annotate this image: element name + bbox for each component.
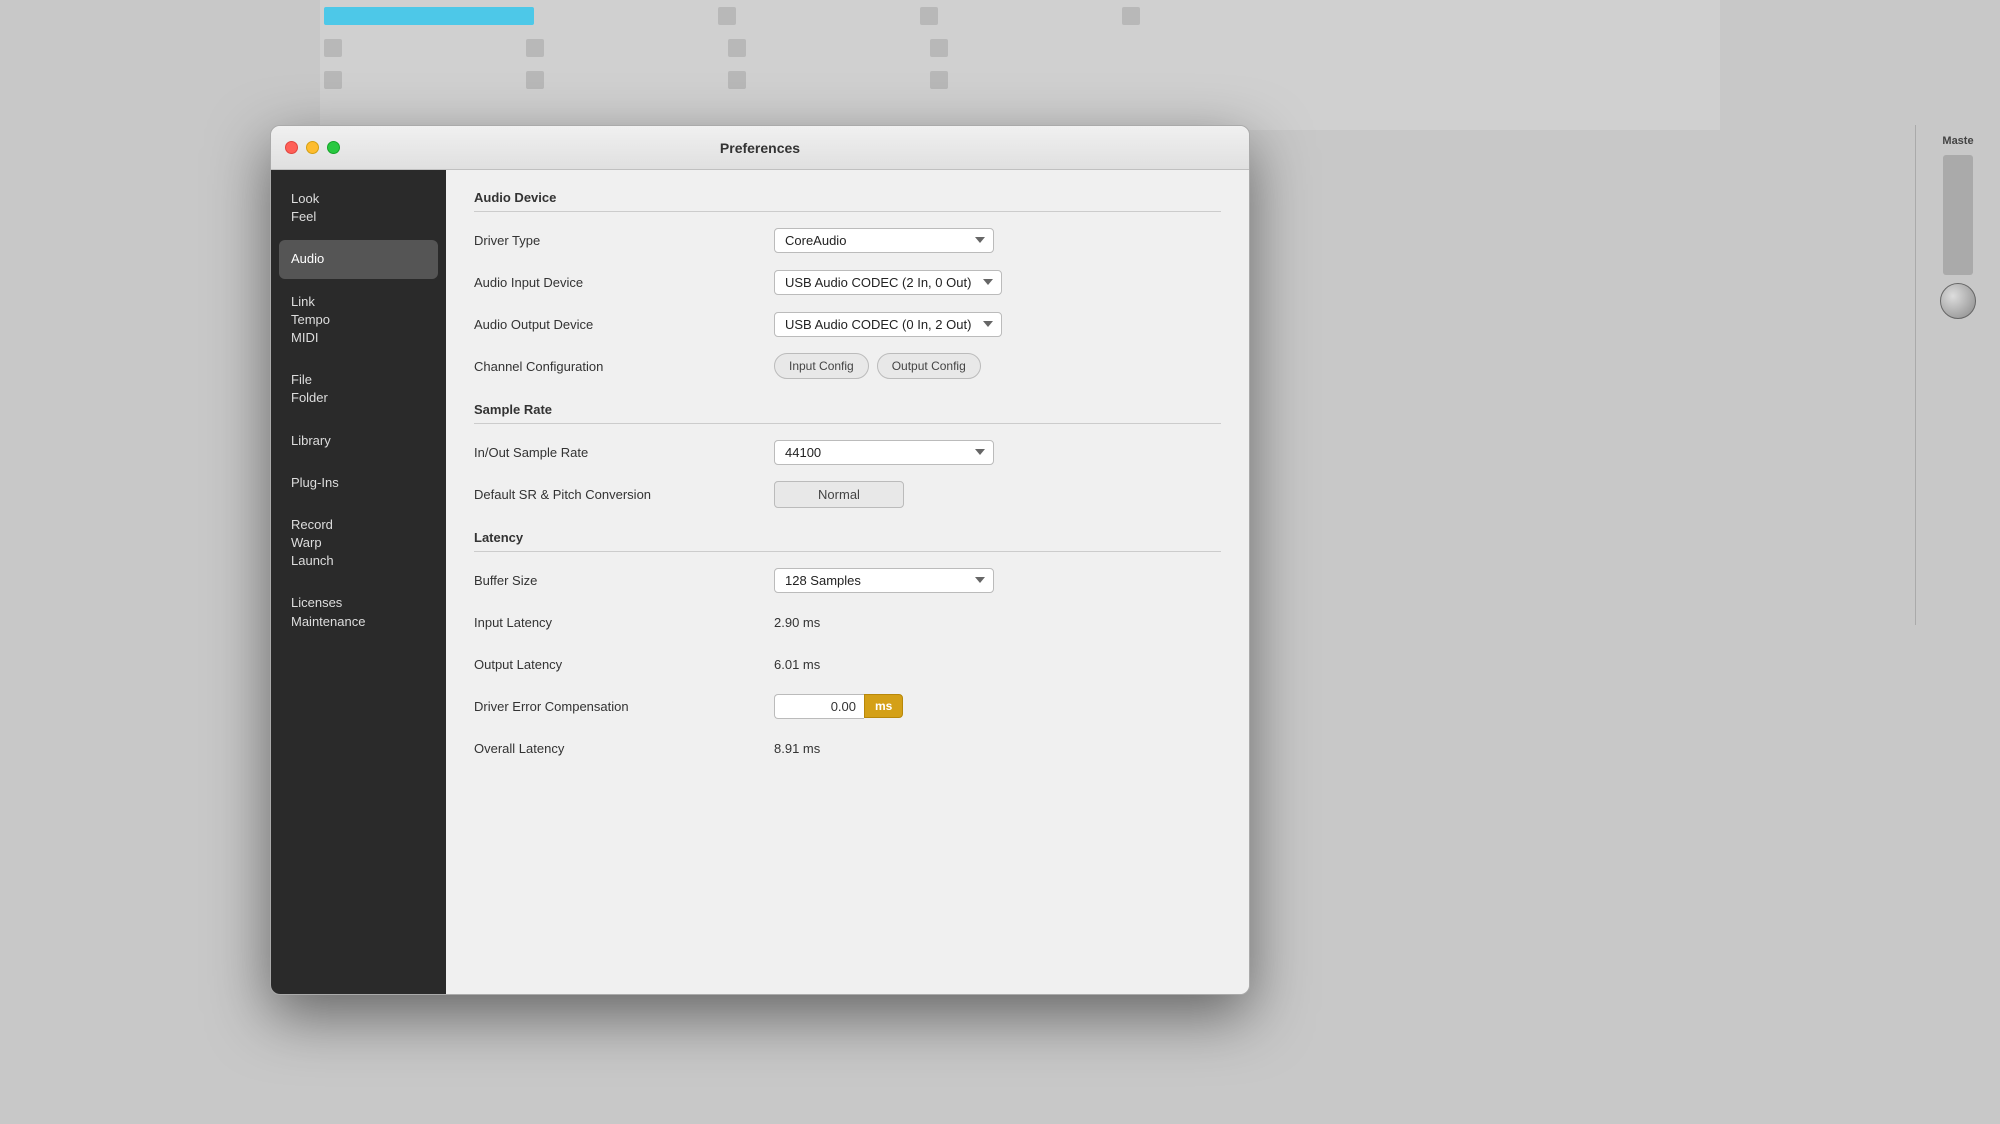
master-label: Maste — [1942, 135, 1973, 147]
audio-output-device-label: Audio Output Device — [474, 317, 774, 332]
audio-input-device-row: Audio Input Device USB Audio CODEC (2 In… — [474, 266, 1221, 298]
sample-rate-section: Sample Rate In/Out Sample Rate 44100 480… — [474, 402, 1221, 510]
output-latency-label: Output Latency — [474, 657, 774, 672]
driver-error-compensation-label: Driver Error Compensation — [474, 699, 774, 714]
buffer-size-control: 64 Samples 128 Samples 256 Samples 512 S… — [774, 568, 1221, 593]
audio-device-section: Audio Device Driver Type CoreAudio ASIO … — [474, 190, 1221, 382]
output-latency-value: 6.01 ms — [774, 657, 1221, 672]
sidebar-item-licenses-maintenance[interactable]: LicensesMaintenance — [279, 584, 438, 640]
audio-output-device-dropdown[interactable]: USB Audio CODEC (0 In, 2 Out) Built-in O… — [774, 312, 1002, 337]
daw-cell — [324, 71, 342, 89]
channel-configuration-control: Input Config Output Config — [774, 353, 1221, 379]
buffer-size-row: Buffer Size 64 Samples 128 Samples 256 S… — [474, 564, 1221, 596]
daw-cell — [728, 71, 746, 89]
output-latency-display: 6.01 ms — [774, 657, 820, 672]
ms-button[interactable]: ms — [864, 694, 903, 718]
driver-error-compensation-row: Driver Error Compensation ms — [474, 690, 1221, 722]
master-panel: Maste — [1915, 125, 2000, 625]
input-config-button[interactable]: Input Config — [774, 353, 869, 379]
channel-configuration-label: Channel Configuration — [474, 359, 774, 374]
input-latency-display: 2.90 ms — [774, 615, 820, 630]
daw-cell — [930, 39, 948, 57]
sidebar-item-record-warp-launch[interactable]: RecordWarpLaunch — [279, 506, 438, 581]
sidebar-item-audio[interactable]: Audio — [279, 240, 438, 278]
audio-device-title: Audio Device — [474, 190, 1221, 212]
daw-tracks — [320, 0, 1720, 130]
sidebar-item-library[interactable]: Library — [279, 422, 438, 460]
sidebar-item-plug-ins[interactable]: Plug-Ins — [279, 464, 438, 502]
sidebar-item-look-feel[interactable]: LookFeel — [279, 180, 438, 236]
audio-input-device-dropdown[interactable]: USB Audio CODEC (2 In, 0 Out) Built-in M… — [774, 270, 1002, 295]
sidebar: LookFeel Audio LinkTempoMIDI FileFolder … — [271, 170, 446, 994]
overall-latency-display: 8.91 ms — [774, 741, 820, 756]
normal-button[interactable]: Normal — [774, 481, 904, 508]
master-knob[interactable] — [1940, 283, 1976, 319]
in-out-sample-rate-label: In/Out Sample Rate — [474, 445, 774, 460]
daw-cell-active — [324, 7, 534, 25]
channel-configuration-row: Channel Configuration Input Config Outpu… — [474, 350, 1221, 382]
overall-latency-value: 8.91 ms — [774, 741, 1221, 756]
input-latency-row: Input Latency 2.90 ms — [474, 606, 1221, 638]
output-latency-row: Output Latency 6.01 ms — [474, 648, 1221, 680]
in-out-sample-rate-dropdown[interactable]: 44100 48000 88200 96000 — [774, 440, 994, 465]
driver-error-compensation-input[interactable] — [774, 694, 864, 719]
traffic-lights — [285, 141, 340, 154]
daw-cell — [930, 71, 948, 89]
output-config-button[interactable]: Output Config — [877, 353, 981, 379]
preferences-window: Preferences LookFeel Audio LinkTempoMIDI… — [270, 125, 1250, 995]
buffer-size-dropdown[interactable]: 64 Samples 128 Samples 256 Samples 512 S… — [774, 568, 994, 593]
driver-type-dropdown[interactable]: CoreAudio ASIO — [774, 228, 994, 253]
audio-output-device-control: USB Audio CODEC (0 In, 2 Out) Built-in O… — [774, 312, 1221, 337]
daw-cell — [1122, 7, 1140, 25]
preferences-body: LookFeel Audio LinkTempoMIDI FileFolder … — [271, 170, 1249, 994]
minimize-button[interactable] — [306, 141, 319, 154]
default-sr-pitch-control: Normal — [774, 481, 1221, 508]
daw-cell — [718, 7, 736, 25]
latency-title: Latency — [474, 530, 1221, 552]
daw-cell — [728, 39, 746, 57]
daw-cell — [920, 7, 938, 25]
sample-rate-title: Sample Rate — [474, 402, 1221, 424]
overall-latency-label: Overall Latency — [474, 741, 774, 756]
window-title: Preferences — [720, 140, 800, 156]
audio-output-device-row: Audio Output Device USB Audio CODEC (0 I… — [474, 308, 1221, 340]
close-button[interactable] — [285, 141, 298, 154]
input-latency-label: Input Latency — [474, 615, 774, 630]
sidebar-item-link-tempo-midi[interactable]: LinkTempoMIDI — [279, 283, 438, 358]
driver-type-label: Driver Type — [474, 233, 774, 248]
default-sr-pitch-label: Default SR & Pitch Conversion — [474, 487, 774, 502]
default-sr-pitch-row: Default SR & Pitch Conversion Normal — [474, 478, 1221, 510]
driver-type-control: CoreAudio ASIO — [774, 228, 1221, 253]
daw-cell — [526, 71, 544, 89]
audio-input-device-label: Audio Input Device — [474, 275, 774, 290]
in-out-sample-rate-row: In/Out Sample Rate 44100 48000 88200 960… — [474, 436, 1221, 468]
sidebar-item-file-folder[interactable]: FileFolder — [279, 361, 438, 417]
audio-input-device-control: USB Audio CODEC (2 In, 0 Out) Built-in M… — [774, 270, 1221, 295]
in-out-sample-rate-control: 44100 48000 88200 96000 — [774, 440, 1221, 465]
latency-section: Latency Buffer Size 64 Samples 128 Sampl… — [474, 530, 1221, 764]
input-ms-group: ms — [774, 694, 903, 719]
overall-latency-row: Overall Latency 8.91 ms — [474, 732, 1221, 764]
buffer-size-label: Buffer Size — [474, 573, 774, 588]
content-area: Audio Device Driver Type CoreAudio ASIO … — [446, 170, 1249, 994]
master-fader[interactable] — [1943, 155, 1973, 275]
driver-error-compensation-control: ms — [774, 694, 1221, 719]
title-bar: Preferences — [271, 126, 1249, 170]
driver-type-row: Driver Type CoreAudio ASIO — [474, 224, 1221, 256]
daw-cell — [324, 39, 342, 57]
maximize-button[interactable] — [327, 141, 340, 154]
daw-cell — [526, 39, 544, 57]
input-latency-value: 2.90 ms — [774, 615, 1221, 630]
